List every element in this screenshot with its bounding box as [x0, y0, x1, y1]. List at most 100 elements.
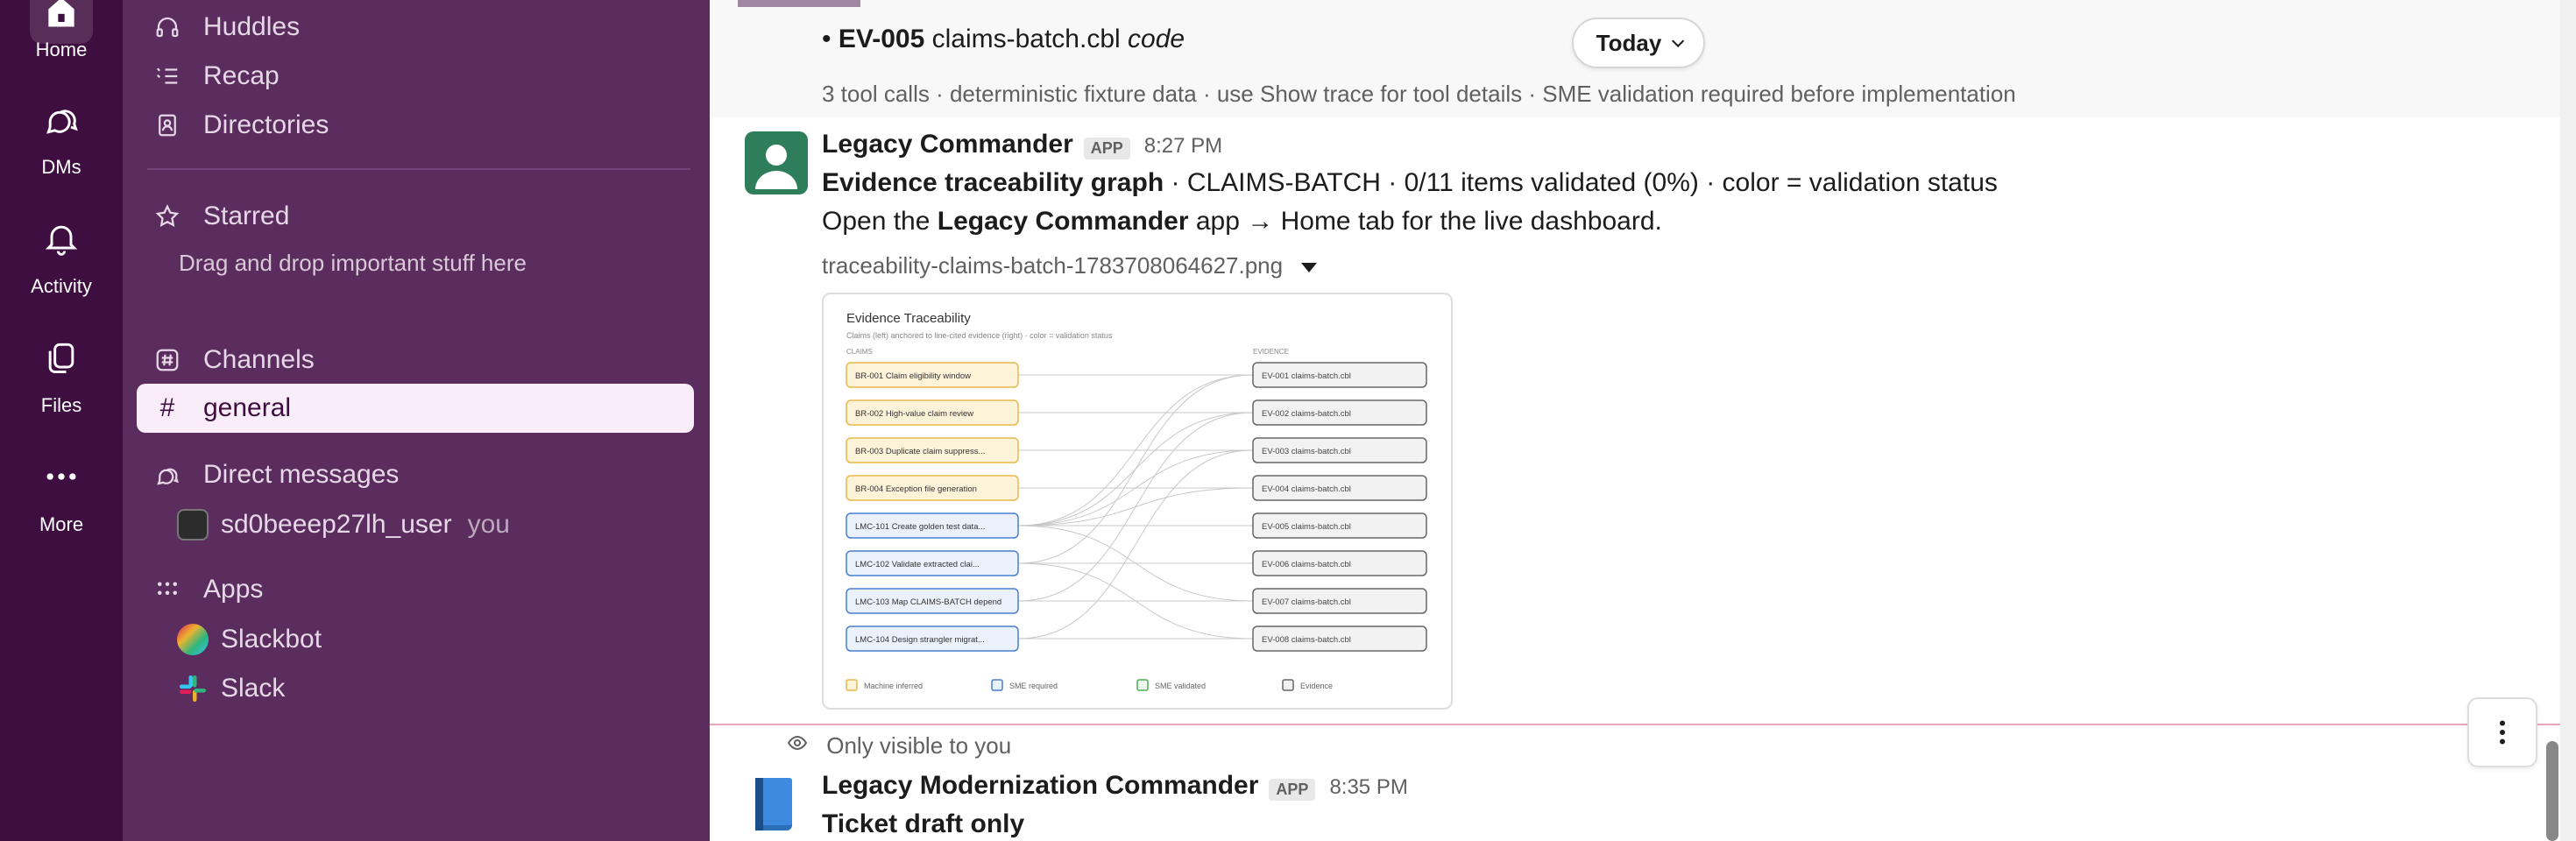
- sidebar-section-label: Channels: [203, 345, 315, 374]
- image-attachment[interactable]: Evidence Traceability Claims (left) anch…: [822, 293, 1453, 710]
- sidebar-section-starred[interactable]: Starred: [152, 194, 289, 238]
- legend-swatch: [1282, 679, 1294, 691]
- evidence-nodes: EV-001 claims-batch.cbl EV-002 claims-bat…: [1252, 362, 1427, 652]
- sidebar-item-huddles[interactable]: Huddles: [152, 5, 300, 49]
- dms-icon[interactable]: [30, 88, 93, 151]
- traceability-graph: Evidence Traceability Claims (left) anch…: [846, 311, 1427, 691]
- evidence-label: EV-003 claims-batch.cbl: [1262, 447, 1351, 456]
- file-name[interactable]: traceability-claims-batch-1783708064627.…: [822, 252, 1318, 279]
- rail-home-label[interactable]: Home: [0, 39, 123, 61]
- evidence-label: EV-006 claims-batch.cbl: [1262, 560, 1351, 569]
- rail-files-label[interactable]: Files: [0, 394, 123, 417]
- you-label: you: [467, 510, 510, 539]
- evidence-list-item: • EV-005 claims-batch.cbl code: [822, 25, 1185, 53]
- scrollbar-thumb[interactable]: [2546, 741, 2558, 841]
- legend-item: SME validated: [1136, 679, 1206, 691]
- timestamp[interactable]: 8:27 PM: [1144, 134, 1222, 158]
- evidence-label: EV-008 claims-batch.cbl: [1262, 635, 1351, 645]
- slack-window: Home DMs Activity Files More Huddles Rec…: [0, 0, 2576, 841]
- eye-icon: [787, 732, 811, 760]
- sidebar-item-label: Huddles: [203, 12, 301, 41]
- claim-node: LMC-102 Validate extracted clai...: [846, 550, 1019, 576]
- legend-swatch: [846, 679, 858, 691]
- evidence-node: EV-003 claims-batch.cbl: [1252, 437, 1427, 463]
- sidebar-section-apps[interactable]: Apps: [152, 568, 263, 611]
- legend-swatch: [991, 679, 1003, 691]
- starred-hint: Drag and drop important stuff here: [179, 250, 527, 276]
- sidebar-item-directories[interactable]: Directories: [152, 103, 329, 147]
- today-label: Today: [1596, 29, 1662, 56]
- graph-edge: [1017, 412, 1254, 602]
- claim-node: LMC-104 Design strangler migrat...: [846, 625, 1019, 652]
- timestamp[interactable]: 8:35 PM: [1329, 775, 1407, 799]
- claim-label: BR-002 High-value claim review: [855, 409, 973, 419]
- evidence-label: EV-002 claims-batch.cbl: [1262, 409, 1351, 419]
- evidence-node: EV-004 claims-batch.cbl: [1252, 475, 1427, 501]
- graph-edge: [1017, 449, 1254, 640]
- graph-title: Evidence Traceability: [846, 311, 971, 326]
- sidebar-item-recap[interactable]: Recap: [152, 54, 280, 98]
- rail-more-label[interactable]: More: [0, 513, 123, 536]
- message-line: Open the Legacy Commander app → Home tab…: [822, 207, 1662, 236]
- claim-label: LMC-102 Validate extracted clai...: [855, 560, 980, 569]
- claim-label: BR-001 Claim eligibility window: [855, 371, 971, 381]
- claim-node: BR-003 Duplicate claim suppress...: [846, 437, 1019, 463]
- scrollbar-track[interactable]: [2560, 0, 2576, 841]
- sidebar-item-slack[interactable]: Slack: [177, 667, 285, 710]
- legend-label: Evidence: [1300, 682, 1333, 690]
- message-line: Evidence traceability graph · CLAIMS-BAT…: [822, 168, 1998, 197]
- avatar[interactable]: [745, 131, 808, 194]
- sidebar-section-label: Starred: [203, 201, 290, 230]
- evidence-node: EV-002 claims-batch.cbl: [1252, 399, 1427, 426]
- message-actions-button[interactable]: [2467, 697, 2537, 767]
- claim-nodes: BR-001 Claim eligibility window BR-002 Hi…: [846, 362, 1019, 652]
- dm-icon: [152, 460, 182, 490]
- sidebar-item-label: Slack: [221, 674, 286, 703]
- caret-down-icon[interactable]: [1301, 262, 1318, 272]
- app-badge: APP: [1269, 779, 1316, 802]
- legend-item: Evidence: [1282, 679, 1333, 691]
- claim-node: LMC-103 Map CLAIMS-BATCH depend: [846, 588, 1019, 614]
- more-dots-icon[interactable]: [30, 445, 93, 508]
- rail-dms-label[interactable]: DMs: [0, 156, 123, 179]
- legend-label: SME validated: [1155, 682, 1206, 690]
- sidebar-item-label: Recap: [203, 61, 280, 90]
- avatar[interactable]: [745, 773, 808, 836]
- sidebar-section-channels[interactable]: Channels: [152, 338, 315, 382]
- claim-label: LMC-101 Create golden test data...: [855, 522, 985, 532]
- sidebar-item-label: sd0beeep27lh_user: [221, 510, 452, 539]
- sidebar-section-direct-messages[interactable]: Direct messages: [152, 453, 399, 497]
- files-icon[interactable]: [30, 326, 93, 389]
- claim-node: BR-004 Exception file generation: [846, 475, 1019, 501]
- legend-item: SME required: [991, 679, 1058, 691]
- bell-icon[interactable]: [30, 207, 93, 270]
- ephemeral-note: Only visible to you: [787, 732, 1011, 760]
- message-line: Ticket draft only: [822, 809, 1025, 838]
- evidence-node: EV-006 claims-batch.cbl: [1252, 550, 1427, 576]
- sidebar-section-label: Apps: [203, 575, 264, 604]
- graph-legend: Machine inferred SME required SME validate…: [846, 679, 1333, 691]
- home-icon[interactable]: [30, 0, 93, 44]
- apps-grid-icon: [152, 575, 182, 604]
- evidence-header: EVIDENCE: [1253, 348, 1289, 356]
- slack-logo-icon: [177, 673, 209, 704]
- sidebar-item-general-content[interactable]: # general: [152, 386, 291, 430]
- headphones-icon: [152, 12, 182, 42]
- date-jump-button[interactable]: Today: [1572, 18, 1705, 68]
- rail-activity-label[interactable]: Activity: [0, 275, 123, 298]
- message-header: Legacy Modernization Commander APP 8:35 PM: [822, 771, 1408, 802]
- evidence-label: EV-007 claims-batch.cbl: [1262, 597, 1351, 607]
- sidebar-item-dm-user[interactable]: sd0beeep27lh_user you: [177, 503, 510, 547]
- new-messages-divider: [710, 724, 2576, 725]
- evidence-label: EV-001 claims-batch.cbl: [1262, 371, 1351, 381]
- avatar: [177, 509, 209, 541]
- evidence-label: EV-005 claims-batch.cbl: [1262, 522, 1351, 532]
- sidebar-item-slackbot[interactable]: Slackbot: [177, 618, 322, 661]
- message-header: Legacy Commander APP 8:27 PM: [822, 130, 1222, 160]
- chevron-down-icon: [1672, 34, 1685, 47]
- claim-node: LMC-101 Create golden test data...: [846, 512, 1019, 539]
- sender-name[interactable]: Legacy Commander: [822, 130, 1073, 159]
- sender-name[interactable]: Legacy Modernization Commander: [822, 771, 1258, 800]
- directory-icon: [152, 110, 182, 140]
- channels-icon: [152, 345, 182, 375]
